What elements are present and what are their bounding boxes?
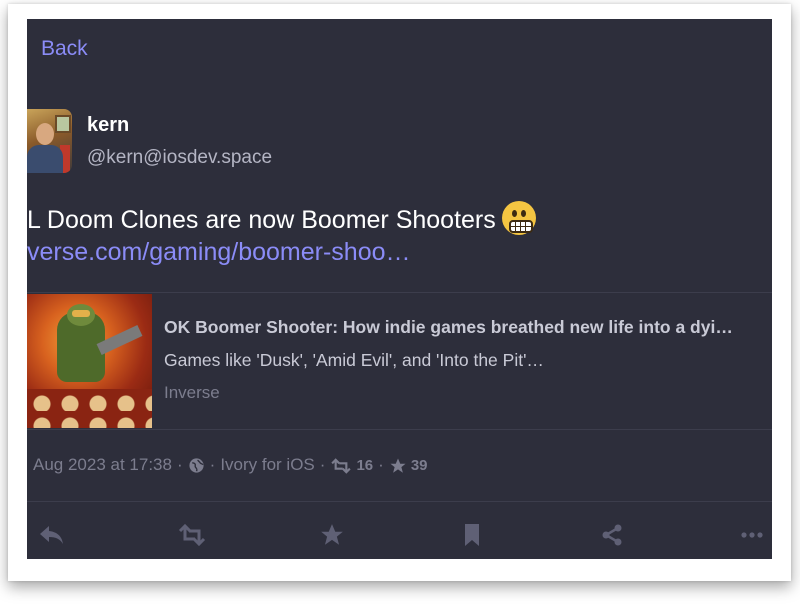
client-name[interactable]: Ivory for iOS <box>220 455 314 475</box>
author-display-name[interactable]: kern <box>87 114 129 137</box>
actions-divider <box>27 501 772 502</box>
link-card-title: OK Boomer Shooter: How indie games breat… <box>164 317 733 337</box>
author-handle[interactable]: @kern@iosdev.space <box>87 147 272 169</box>
more-icon[interactable] <box>737 521 767 549</box>
post-detail-screen: Back kern @kern@iosdev.space L Doom Clon… <box>27 19 772 559</box>
post-date: Aug 2023 at 17:38 <box>33 455 172 474</box>
link-preview-card[interactable]: OK Boomer Shooter: How indie games breat… <box>27 292 772 430</box>
favorite-count-icon <box>389 455 407 475</box>
bookmark-icon[interactable] <box>457 521 487 549</box>
avatar[interactable] <box>27 109 72 173</box>
meta-separator: · <box>378 455 384 474</box>
boost-count-icon <box>330 455 352 475</box>
post-meta: Aug 2023 at 17:38 · · Ivory for iOS · 16… <box>33 455 428 475</box>
globe-icon <box>188 455 205 475</box>
meta-separator: · <box>176 455 183 474</box>
meta-separator: · <box>209 455 216 474</box>
reply-icon[interactable] <box>37 521 67 549</box>
meta-separator: · <box>319 455 326 474</box>
link-preview-image <box>27 294 152 428</box>
link-card-source: Inverse <box>164 383 220 402</box>
post-link[interactable]: verse.com/gaming/boomer-shoo… <box>27 238 411 267</box>
back-button[interactable]: Back <box>41 37 88 61</box>
favorite-icon[interactable] <box>317 521 347 549</box>
post-text: L Doom Clones are now Boomer Shooters <box>27 201 536 235</box>
post-text-content: L Doom Clones are now Boomer Shooters <box>27 206 496 234</box>
grimacing-face-icon <box>501 201 536 235</box>
boost-count[interactable]: 16 <box>356 457 373 474</box>
favorite-count[interactable]: 39 <box>411 457 428 474</box>
boost-icon[interactable] <box>177 521 207 549</box>
share-icon[interactable] <box>597 521 627 549</box>
link-card-description: Games like 'Dusk', 'Amid Evil', and 'Int… <box>164 350 544 370</box>
